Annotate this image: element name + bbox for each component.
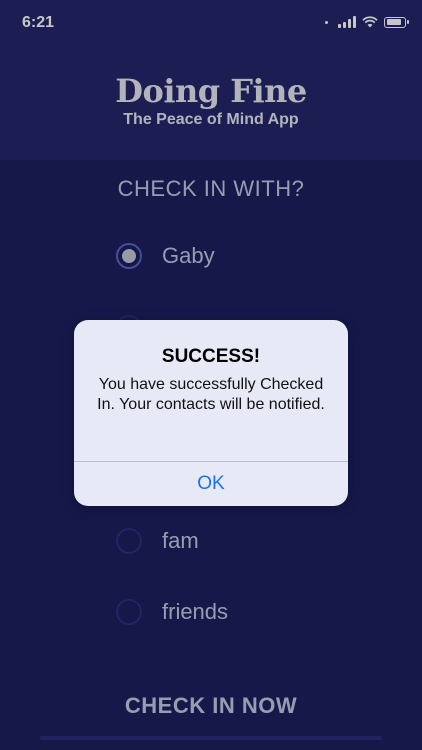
alert-message: You have successfully Checked In. Your c… [97, 376, 325, 413]
success-alert: SUCCESS! You have successfully Checked I… [74, 320, 348, 506]
alert-ok-button[interactable]: OK [74, 462, 348, 506]
alert-title: SUCCESS! [161, 346, 261, 367]
